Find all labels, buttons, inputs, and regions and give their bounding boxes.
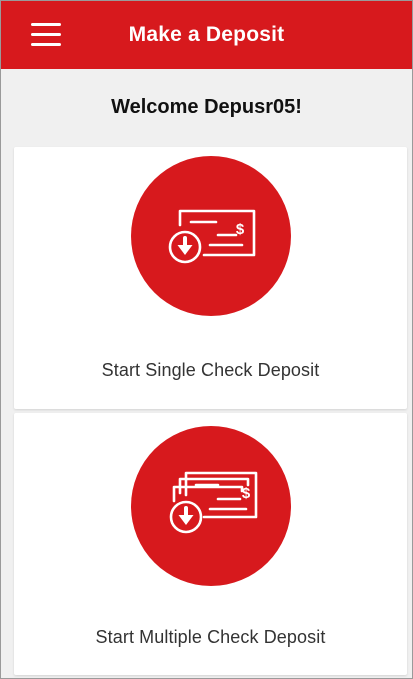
multiple-check-deposit-button[interactable]: $ — [130, 426, 291, 586]
welcome-message: Welcome Depusr05! — [111, 95, 302, 118]
hamburger-menu-icon[interactable] — [31, 23, 61, 47]
single-check-deposit-icon: $ — [168, 209, 255, 264]
single-check-deposit-card[interactable]: $ Start Single Check Deposit — [14, 147, 407, 409]
svg-text:$: $ — [241, 485, 250, 502]
single-check-deposit-button[interactable]: $ — [130, 156, 291, 316]
page-title: Make a Deposit — [128, 23, 285, 46]
app-header: Make a Deposit — [1, 1, 412, 69]
app-screen: Make a Deposit Welcome Depusr05! $ Start… — [0, 0, 413, 679]
multiple-check-deposit-label: Start Multiple Check Deposit — [95, 627, 326, 647]
multiple-check-deposit-card[interactable]: $ Start Multiple Check Deposit — [14, 413, 407, 675]
svg-text:$: $ — [235, 221, 244, 238]
single-check-deposit-label: Start Single Check Deposit — [101, 360, 320, 380]
multiple-check-deposit-icon: $ — [169, 471, 257, 534]
